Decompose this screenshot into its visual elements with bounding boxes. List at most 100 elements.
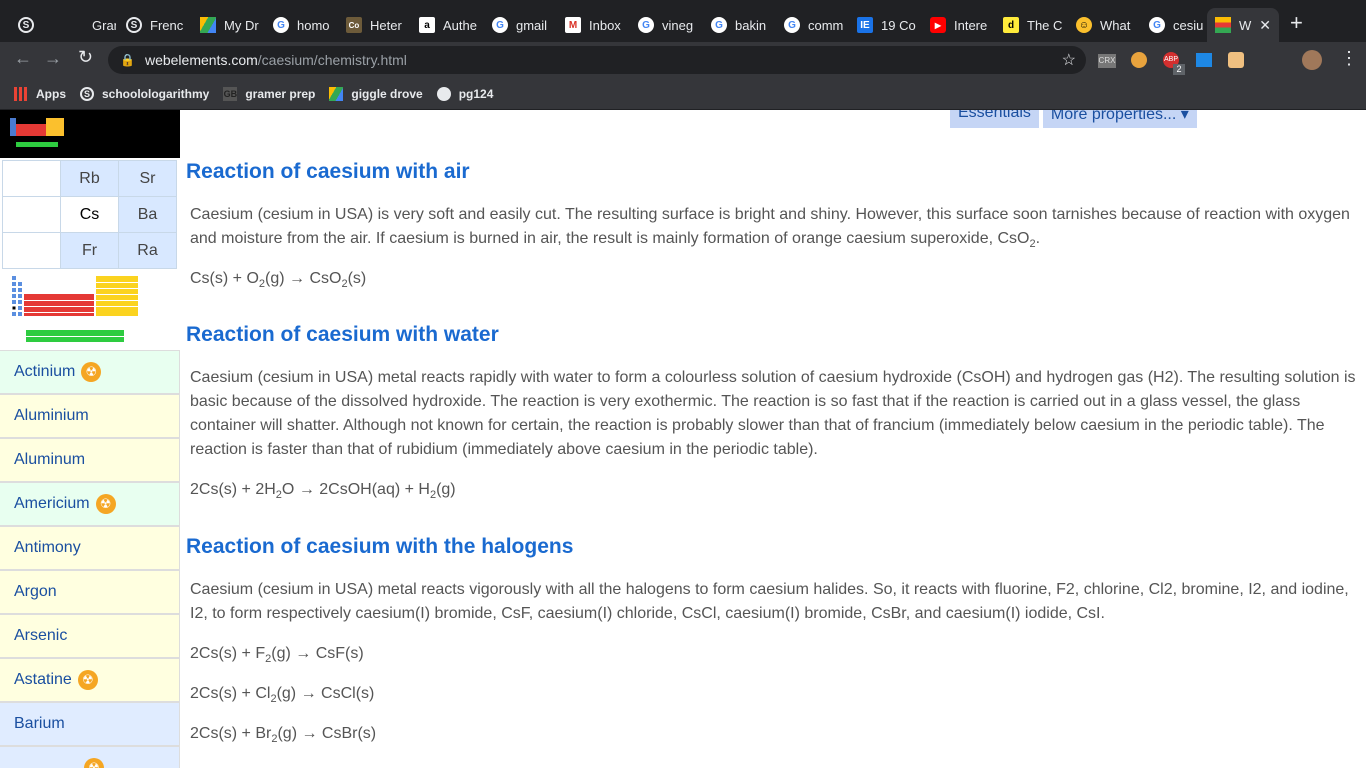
gb-icon: GB: [223, 86, 238, 101]
tab-cesium-search[interactable]: Gcesiu: [1141, 8, 1205, 42]
tab-heter[interactable]: Co Heter: [338, 8, 406, 42]
paragraph-halogens: Caesium (cesium in USA) metal reacts vig…: [190, 581, 1349, 622]
url-path: /caesium/chemistry.html: [257, 52, 407, 68]
google-icon: G: [1149, 17, 1165, 33]
tab-essentials[interactable]: Essentials: [950, 110, 1039, 128]
tab-inbox[interactable]: M Inbox: [557, 8, 625, 42]
webelements-icon: [1215, 17, 1231, 33]
reload-icon[interactable]: ↻: [78, 47, 93, 68]
browser-toolbar: ← → ↻ 🔒 webelements.com/caesium/chemistr…: [0, 42, 1366, 78]
sidebar-item-astatine[interactable]: Astatine ☢: [0, 658, 180, 702]
sidebar-item-aluminium[interactable]: Aluminium: [0, 394, 180, 438]
cell-fr[interactable]: Fr: [60, 232, 119, 269]
tab-the-c[interactable]: d The C: [995, 8, 1063, 42]
new-tab-button[interactable]: +: [1290, 10, 1303, 36]
crx-extension-icon[interactable]: CRX: [1098, 54, 1116, 68]
webelements-logo[interactable]: [0, 110, 180, 158]
sidebar-item-arsenic[interactable]: Arsenic: [0, 614, 180, 658]
url-domain: webelements.com: [144, 52, 258, 68]
equation-chlorine: 2Cs(s) + Cl2(g) → CsCl(s): [190, 685, 375, 706]
equation-fluorine: 2Cs(s) + F2(g) → CsF(s): [190, 645, 364, 666]
sidebar-item-antimony[interactable]: Antimony: [0, 526, 180, 570]
google-icon: G: [711, 17, 727, 33]
periodic-neighbours-table: Rb Sr Cs Ba Fr Ra: [2, 160, 177, 269]
globe-icon: [436, 86, 451, 101]
cell-cs: Cs: [60, 196, 119, 233]
tab-comm[interactable]: Gcomm: [776, 8, 844, 42]
back-icon[interactable]: ←: [14, 48, 32, 69]
s-icon: S: [126, 17, 142, 33]
equation-bromine: 2Cs(s) + Br2(g) → CsBr(s): [190, 725, 377, 746]
sidebar-item-actinium[interactable]: Actinium ☢: [0, 350, 180, 394]
cell-ra[interactable]: Ra: [118, 232, 177, 269]
forward-icon[interactable]: →: [44, 48, 62, 69]
d-icon: d: [1003, 17, 1019, 33]
cell-empty: [2, 196, 61, 233]
cell-ba[interactable]: Ba: [118, 196, 177, 233]
avatar[interactable]: [1302, 50, 1322, 70]
tab-vineg[interactable]: Gvineg: [630, 8, 698, 42]
amazon-icon: a: [419, 17, 435, 33]
browser-tab-strip: S Gram SFrenc My Dr Ghomo CoHeter aAuthe…: [0, 0, 1366, 42]
equation-air: Cs(s) + O2(g) → CsO2(s): [190, 270, 367, 291]
tab-what[interactable]: ☺ What: [1068, 8, 1136, 42]
google-icon: G: [492, 17, 508, 33]
sidebar-item-argon[interactable]: Argon: [0, 570, 180, 614]
extension-face-icon[interactable]: [1228, 52, 1244, 68]
sidebar-item-aluminum[interactable]: Aluminum: [0, 438, 180, 482]
paragraph-air: Caesium (cesium in USA) is very soft and…: [190, 206, 1350, 251]
star-icon[interactable]: ☆: [1062, 50, 1076, 70]
tab-intere[interactable]: ▶ Intere: [922, 8, 990, 42]
tab-french[interactable]: S Frenc: [118, 8, 186, 42]
bookmark-gramer-prep[interactable]: GB gramer prep: [223, 86, 315, 101]
bookmarks-bar: Apps Sschoolologarithmy GB gramer prep gi…: [0, 78, 1366, 110]
logo-bar-yellow: [46, 118, 64, 136]
bookmark-giggle-drove[interactable]: giggle drove: [329, 86, 423, 101]
drive-icon: [200, 17, 216, 33]
lock-icon: 🔒: [120, 53, 135, 67]
property-tabs: Essentials More properties... ▾: [950, 110, 1201, 128]
equation-water: 2Cs(s) + 2H2O → 2CsOH(aq) + H2(g): [190, 481, 456, 502]
tab-authe[interactable]: a Authe: [411, 8, 479, 42]
paragraph-water: Caesium (cesium in USA) metal reacts rap…: [190, 369, 1356, 458]
tab-my-drive[interactable]: My Dr: [192, 8, 260, 42]
tab-webelements-active[interactable]: W ✕: [1207, 8, 1279, 42]
extension-owl-icon[interactable]: [1131, 52, 1147, 68]
google-icon: G: [273, 17, 289, 33]
tab-homo[interactable]: Ghomo: [265, 8, 333, 42]
extension-check-icon[interactable]: [1196, 53, 1212, 67]
smiley-icon: ☺: [1076, 17, 1092, 33]
tab-more-properties[interactable]: More properties... ▾: [1042, 110, 1197, 128]
drive-icon: [329, 86, 344, 101]
tab-bakin[interactable]: Gbakin: [703, 8, 771, 42]
cell-sr[interactable]: Sr: [118, 160, 177, 197]
cell-empty: [2, 232, 61, 269]
tab-gram[interactable]: Gram: [60, 8, 116, 42]
sidebar-item-next[interactable]: ☢: [0, 746, 180, 768]
web-page: Rb Sr Cs Ba Fr Ra Actinium ☢ Aluminium A…: [0, 110, 1366, 768]
bookmark-schoolologarithmy[interactable]: Sschoolologarithmy: [80, 86, 209, 101]
address-bar[interactable]: 🔒 webelements.com/caesium/chemistry.html…: [108, 46, 1086, 74]
youtube-icon: ▶: [930, 17, 946, 33]
sidebar-item-americium[interactable]: Americium ☢: [0, 482, 180, 526]
subscript-2: 2: [1029, 238, 1036, 251]
gmail-icon: M: [565, 17, 581, 33]
sidebar-item-barium[interactable]: Barium: [0, 702, 180, 746]
tab-gmail[interactable]: Ggmail: [484, 8, 552, 42]
menu-icon[interactable]: ⋮: [1340, 48, 1358, 69]
tab-pinned-s[interactable]: S: [10, 8, 42, 42]
bookmark-pg124[interactable]: pg124: [436, 86, 493, 101]
bookmark-apps[interactable]: Apps: [14, 86, 66, 101]
extension-badge: 2: [1173, 64, 1185, 75]
logo-bar-red: [16, 124, 46, 136]
close-icon[interactable]: ✕: [1259, 17, 1271, 34]
grammar-icon: [68, 17, 84, 33]
mini-periodic-table[interactable]: [10, 274, 140, 346]
logo-bar-green: [16, 142, 58, 147]
cell-rb[interactable]: Rb: [60, 160, 119, 197]
s-icon: S: [18, 17, 34, 33]
apps-grid-icon: [14, 86, 28, 101]
tab-19-co[interactable]: IE 19 Co: [849, 8, 917, 42]
s-icon: S: [80, 86, 94, 101]
heading-halogens: Reaction of caesium with the halogens: [186, 535, 574, 558]
